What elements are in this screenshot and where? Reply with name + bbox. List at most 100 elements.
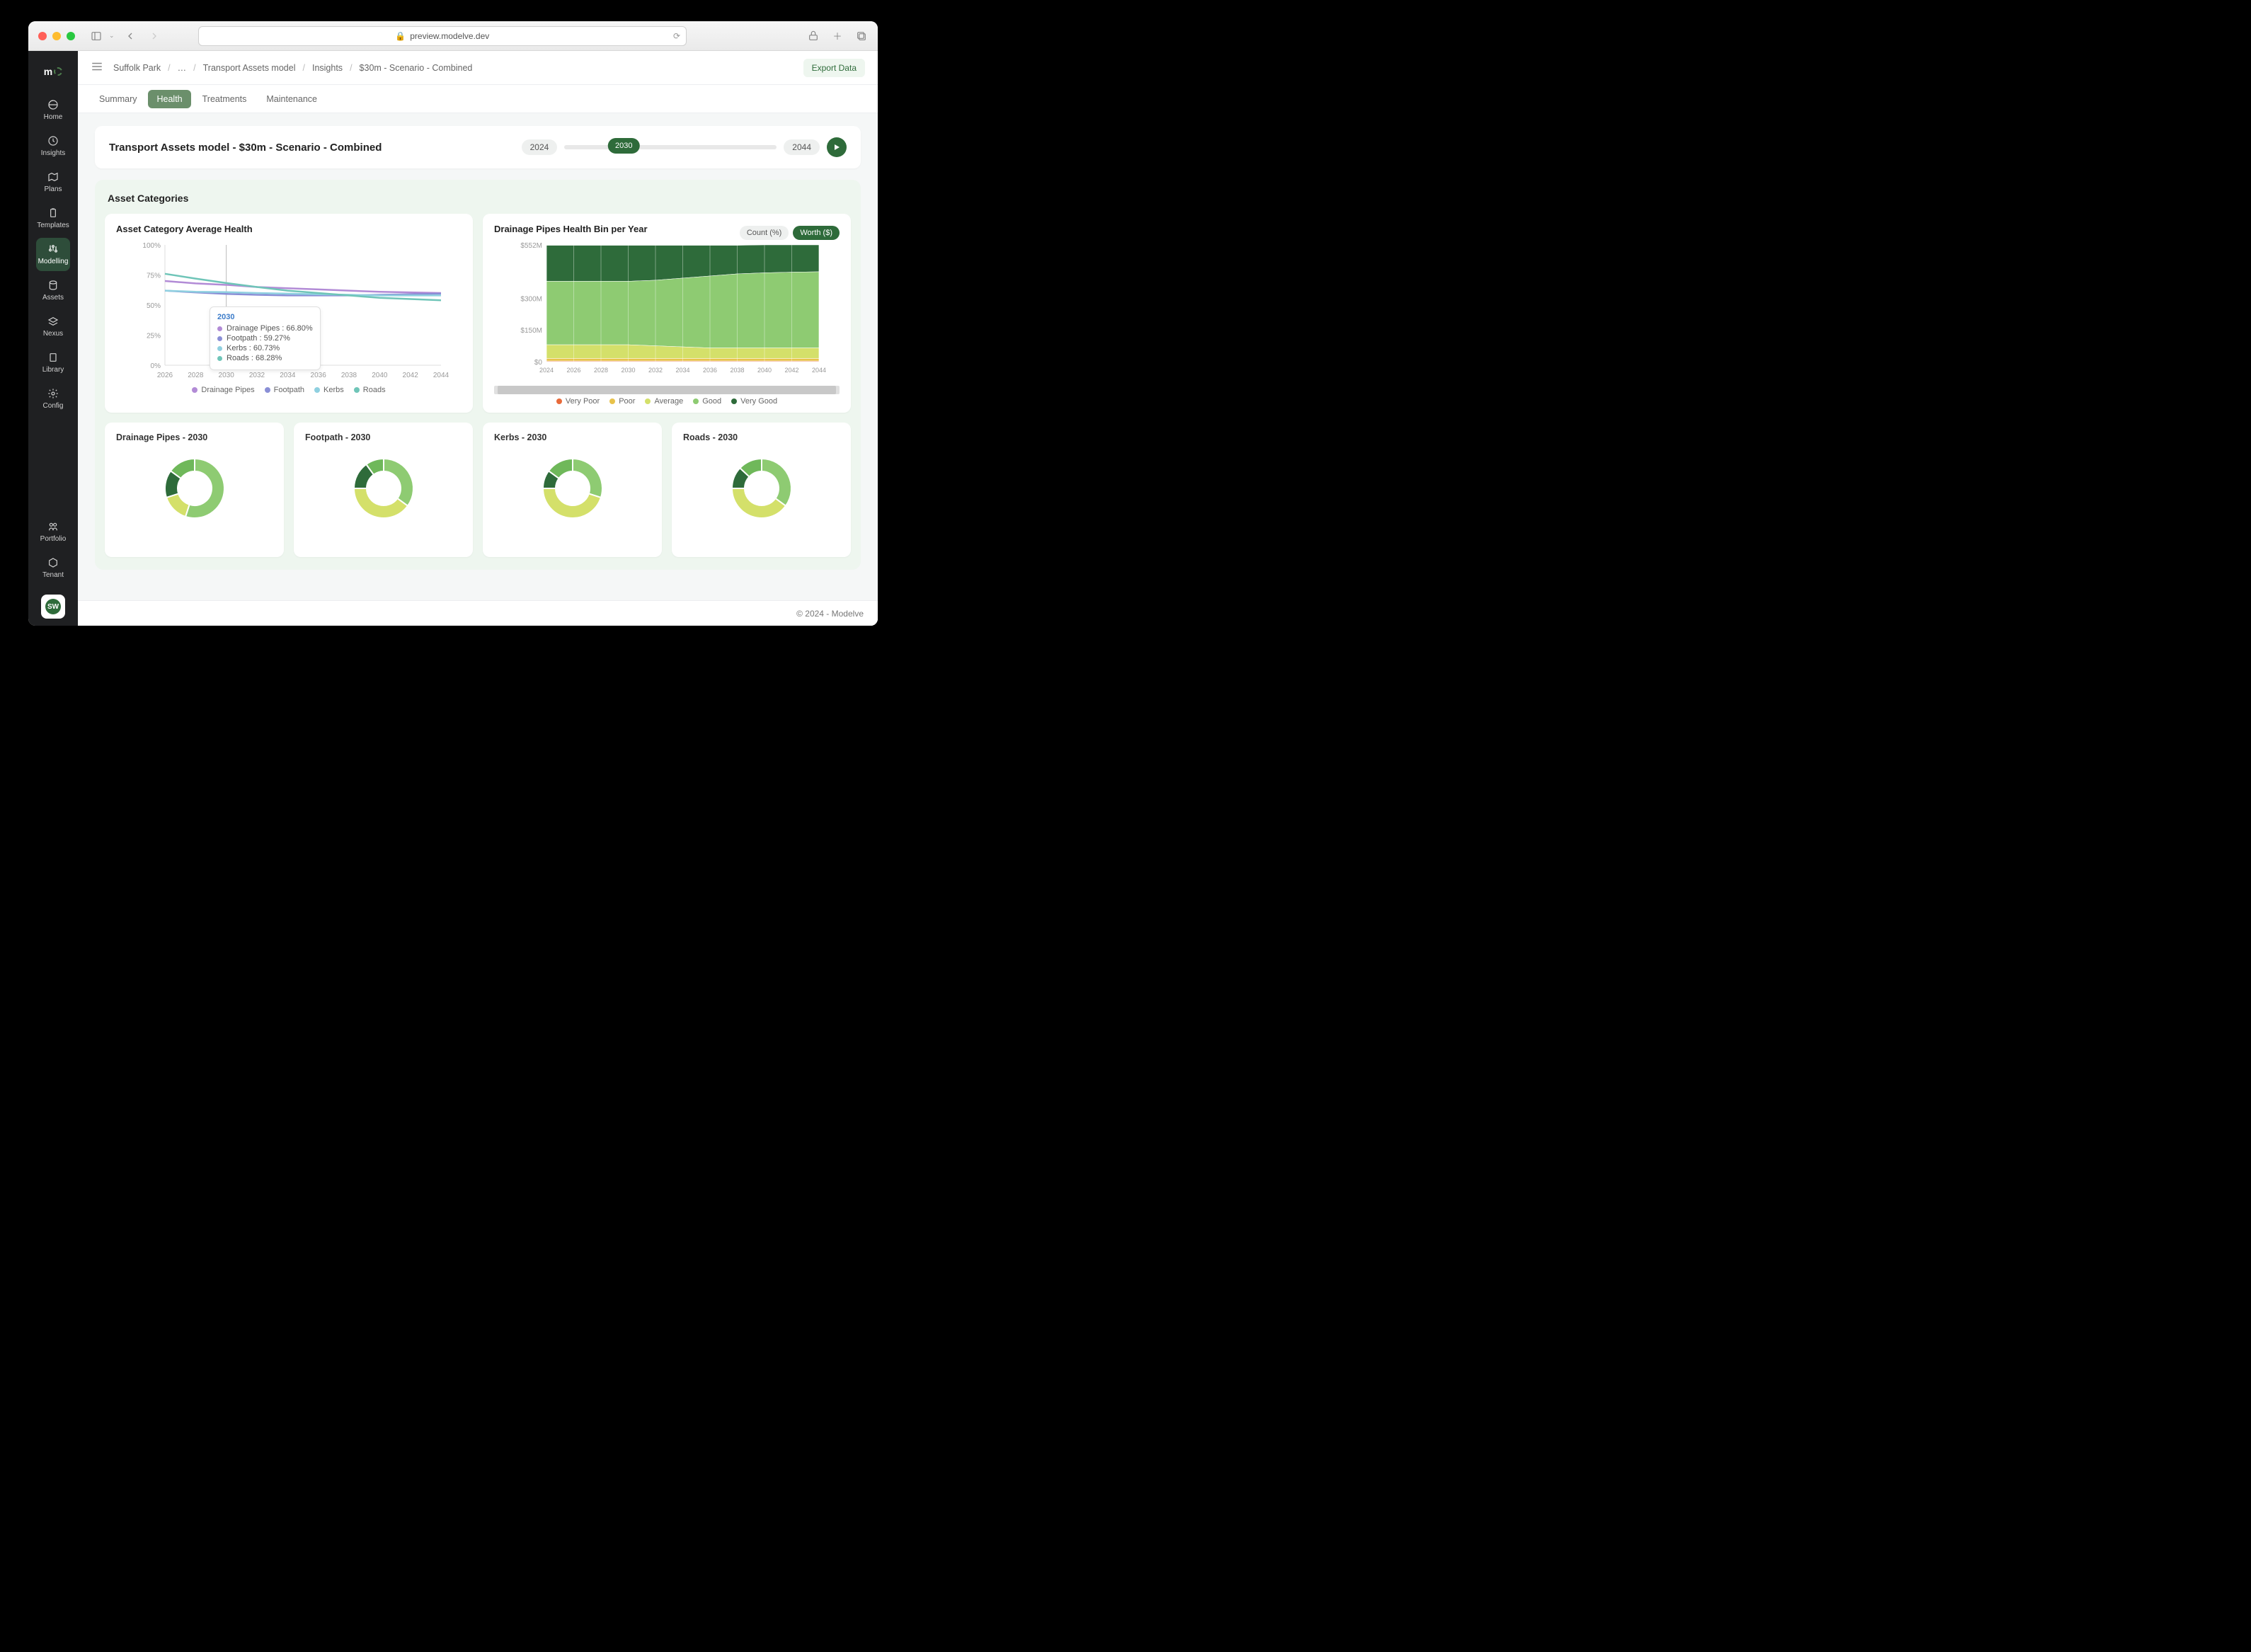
- donut-chart[interactable]: [345, 449, 423, 527]
- chart-tooltip: 2030 Drainage Pipes : 66.80%Footpath : 5…: [210, 306, 321, 370]
- reload-icon[interactable]: ⟳: [673, 31, 680, 41]
- donut-chart[interactable]: [534, 449, 612, 527]
- tab-treatments[interactable]: Treatments: [194, 90, 256, 108]
- breadcrumb-link[interactable]: Suffolk Park: [113, 63, 161, 73]
- donut-title: Kerbs - 2030: [494, 432, 651, 442]
- chart-legend: Very PoorPoorAverageGoodVery Good: [494, 397, 840, 406]
- nav-back-button[interactable]: [122, 28, 139, 45]
- url-text: preview.modelve.dev: [410, 31, 489, 41]
- nav-label: Tenant: [42, 571, 64, 579]
- nav-plans[interactable]: Plans: [36, 166, 70, 199]
- svg-text:2032: 2032: [648, 367, 663, 374]
- avatar-initials: SW: [45, 599, 61, 614]
- chart-title: Drainage Pipes Health Bin per Year: [494, 224, 648, 234]
- svg-text:25%: 25%: [147, 333, 161, 340]
- asset-categories-panel: Asset Categories Asset Category Average …: [95, 180, 861, 570]
- nav-portfolio[interactable]: Portfolio: [36, 515, 70, 549]
- nav-label: Templates: [37, 222, 69, 229]
- stacked-chart[interactable]: $0$150M$300M$552M20242026202820302032203…: [494, 241, 840, 376]
- svg-text:2040: 2040: [757, 367, 772, 374]
- svg-text:2024: 2024: [539, 367, 554, 374]
- toggle-count[interactable]: Count (%): [740, 226, 789, 240]
- url-bar[interactable]: 🔒 preview.modelve.dev ⟳: [198, 26, 687, 46]
- sidebar-toggle-icon[interactable]: [88, 28, 105, 45]
- window-maximize-button[interactable]: [67, 32, 75, 40]
- nav-modelling[interactable]: Modelling: [36, 238, 70, 271]
- timeline-start: 2024: [522, 139, 558, 155]
- svg-text:2044: 2044: [812, 367, 826, 374]
- toggle-worth[interactable]: Worth ($): [793, 226, 840, 240]
- topbar: Suffolk Park/ …/ Transport Assets model/…: [78, 51, 878, 85]
- svg-text:2030: 2030: [621, 367, 635, 374]
- donut-chart[interactable]: [156, 449, 234, 527]
- chart-scrollbar[interactable]: [494, 386, 840, 394]
- panel-title: Asset Categories: [108, 193, 848, 204]
- app-sidebar: m Home Insights Plans Templates Modellin…: [28, 51, 78, 626]
- window-close-button[interactable]: [38, 32, 47, 40]
- title-card: Transport Assets model - $30m - Scenario…: [95, 126, 861, 168]
- nav-label: Home: [44, 113, 63, 121]
- svg-text:2026: 2026: [566, 367, 580, 374]
- timeline-marker[interactable]: 2030: [608, 138, 639, 154]
- share-icon[interactable]: [807, 30, 820, 42]
- nav-label: Library: [42, 366, 64, 374]
- svg-text:2030: 2030: [219, 372, 235, 379]
- svg-text:$300M: $300M: [520, 295, 542, 303]
- nav-label: Portfolio: [40, 535, 67, 543]
- donut-title: Drainage Pipes - 2030: [116, 432, 273, 442]
- nav-label: Assets: [42, 294, 64, 302]
- svg-text:2034: 2034: [280, 372, 296, 379]
- timeline-slider[interactable]: 2030: [564, 145, 777, 149]
- chart-health-bin: Drainage Pipes Health Bin per Year Count…: [483, 214, 851, 413]
- nav-nexus[interactable]: Nexus: [36, 310, 70, 343]
- svg-text:2042: 2042: [784, 367, 798, 374]
- app-logo[interactable]: m: [42, 61, 64, 82]
- breadcrumb-current: $30m - Scenario - Combined: [360, 63, 473, 73]
- svg-text:2036: 2036: [311, 372, 327, 379]
- tooltip-year: 2030: [217, 313, 313, 321]
- nav-tenant[interactable]: Tenant: [36, 551, 70, 585]
- footer: © 2024 - Modelve: [78, 600, 878, 626]
- donut-card: Drainage Pipes - 2030: [105, 423, 284, 557]
- donut-title: Roads - 2030: [683, 432, 840, 442]
- copyright: © 2024 - Modelve: [796, 609, 864, 619]
- nav-library[interactable]: Library: [36, 346, 70, 379]
- tab-summary[interactable]: Summary: [91, 90, 145, 108]
- svg-text:$552M: $552M: [520, 242, 542, 250]
- donut-chart[interactable]: [723, 449, 801, 527]
- nav-forward-button[interactable]: [146, 28, 163, 45]
- tabs-icon[interactable]: [855, 30, 868, 42]
- breadcrumb-link[interactable]: Insights: [312, 63, 343, 73]
- svg-text:75%: 75%: [147, 273, 161, 280]
- timeline-end: 2044: [784, 139, 820, 155]
- donut-card: Roads - 2030: [672, 423, 851, 557]
- hamburger-icon[interactable]: [91, 60, 103, 75]
- export-data-button[interactable]: Export Data: [803, 59, 865, 77]
- svg-text:100%: 100%: [142, 242, 161, 250]
- window-minimize-button[interactable]: [52, 32, 61, 40]
- svg-text:2042: 2042: [403, 372, 419, 379]
- svg-text:2026: 2026: [157, 372, 173, 379]
- user-avatar[interactable]: SW: [41, 595, 65, 619]
- breadcrumb-link[interactable]: …: [178, 63, 187, 73]
- tab-health[interactable]: Health: [148, 90, 190, 108]
- svg-text:2038: 2038: [730, 367, 744, 374]
- svg-text:2038: 2038: [341, 372, 357, 379]
- chevron-down-icon[interactable]: ⌄: [109, 32, 115, 40]
- tab-maintenance[interactable]: Maintenance: [258, 90, 326, 108]
- nav-label: Nexus: [43, 330, 63, 338]
- svg-text:2036: 2036: [703, 367, 717, 374]
- page-title: Transport Assets model - $30m - Scenario…: [109, 142, 382, 154]
- nav-assets[interactable]: Assets: [36, 274, 70, 307]
- nav-home[interactable]: Home: [36, 93, 70, 127]
- tabs-row: Summary Health Treatments Maintenance: [78, 85, 878, 113]
- new-tab-icon[interactable]: ＋: [831, 30, 844, 42]
- svg-text:$150M: $150M: [520, 327, 542, 335]
- svg-text:0%: 0%: [151, 362, 161, 370]
- donut-title: Footpath - 2030: [305, 432, 462, 442]
- breadcrumb-link[interactable]: Transport Assets model: [203, 63, 296, 73]
- play-button[interactable]: [827, 137, 847, 157]
- nav-config[interactable]: Config: [36, 382, 70, 415]
- nav-templates[interactable]: Templates: [36, 202, 70, 235]
- nav-insights[interactable]: Insights: [36, 130, 70, 163]
